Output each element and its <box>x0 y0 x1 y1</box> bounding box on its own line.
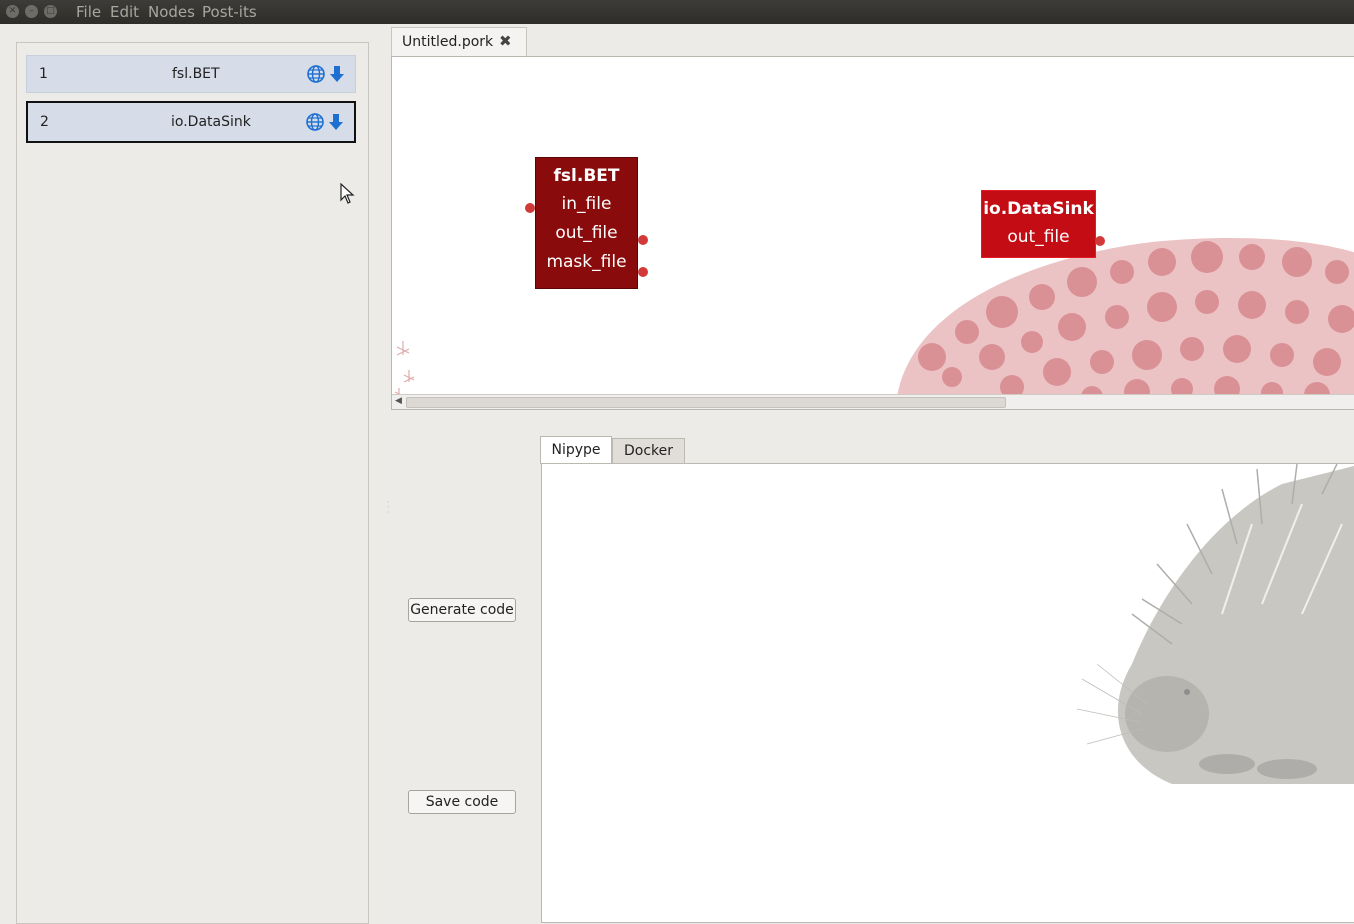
splitter-handle[interactable]: · · · <box>387 499 390 517</box>
output-port-dot[interactable] <box>1095 236 1105 246</box>
menu-nodes[interactable]: Nodes <box>148 3 195 21</box>
graph-node-port: out_file <box>1007 227 1070 247</box>
output-port-dot[interactable] <box>638 235 648 245</box>
document-tab-title: Untitled.pork <box>402 34 494 50</box>
graph-node-title: io.DataSink <box>983 199 1094 219</box>
menu-edit[interactable]: Edit <box>110 3 139 21</box>
generate-code-button[interactable]: Generate code <box>408 598 516 622</box>
mouse-cursor-icon <box>340 183 355 204</box>
input-port-dot[interactable] <box>525 203 535 213</box>
graph-node-io-datasink[interactable]: io.DataSink out_file <box>981 190 1096 258</box>
node-list-item[interactable]: 2 io.DataSink <box>26 101 356 143</box>
scrollbar-thumb[interactable] <box>406 397 1006 408</box>
node-index: 2 <box>40 114 49 130</box>
minimize-window-icon[interactable]: – <box>25 5 38 18</box>
output-port-dot[interactable] <box>638 267 648 277</box>
maximize-window-icon[interactable]: □ <box>44 5 57 18</box>
node-name: io.DataSink <box>171 114 251 130</box>
node-list-item[interactable]: 1 fsl.BET <box>26 55 356 93</box>
title-bar: ✕ – □ File Edit Nodes Post-its <box>0 0 1354 24</box>
node-list-panel: 1 fsl.BET 2 io.DataSink <box>16 42 369 924</box>
graph-node-port: out_file <box>555 223 618 243</box>
save-code-button[interactable]: Save code <box>408 790 516 814</box>
graph-node-port: in_file <box>561 194 612 214</box>
code-output-pane[interactable] <box>541 463 1354 923</box>
node-name: fsl.BET <box>172 66 220 82</box>
tab-nipype[interactable]: Nipype <box>540 436 612 464</box>
graph-node-title: fsl.BET <box>553 166 620 186</box>
graph-node-fsl-bet[interactable]: fsl.BET in_file out_file mask_file <box>535 157 638 289</box>
close-tab-icon[interactable]: ✖ <box>499 32 512 50</box>
download-arrow-icon[interactable] <box>328 113 344 131</box>
menu-postits[interactable]: Post-its <box>202 3 257 21</box>
document-tab[interactable]: Untitled.pork ✖ <box>391 27 527 56</box>
scroll-left-arrow-icon[interactable]: ◀ <box>395 396 402 406</box>
porcupine-watermark-image <box>1076 464 1354 784</box>
tab-docker[interactable]: Docker <box>612 438 685 464</box>
globe-icon[interactable] <box>307 65 325 83</box>
graph-canvas[interactable]: fsl.BET in_file out_file mask_file io.Da… <box>391 56 1354 410</box>
globe-icon[interactable] <box>306 113 324 131</box>
download-arrow-icon[interactable] <box>329 65 345 83</box>
menu-file[interactable]: File <box>76 3 101 21</box>
graph-node-port: mask_file <box>546 252 627 272</box>
node-index: 1 <box>39 66 48 82</box>
close-window-icon[interactable]: ✕ <box>6 5 19 18</box>
canvas-horizontal-scrollbar[interactable]: ◀ <box>392 394 1354 409</box>
